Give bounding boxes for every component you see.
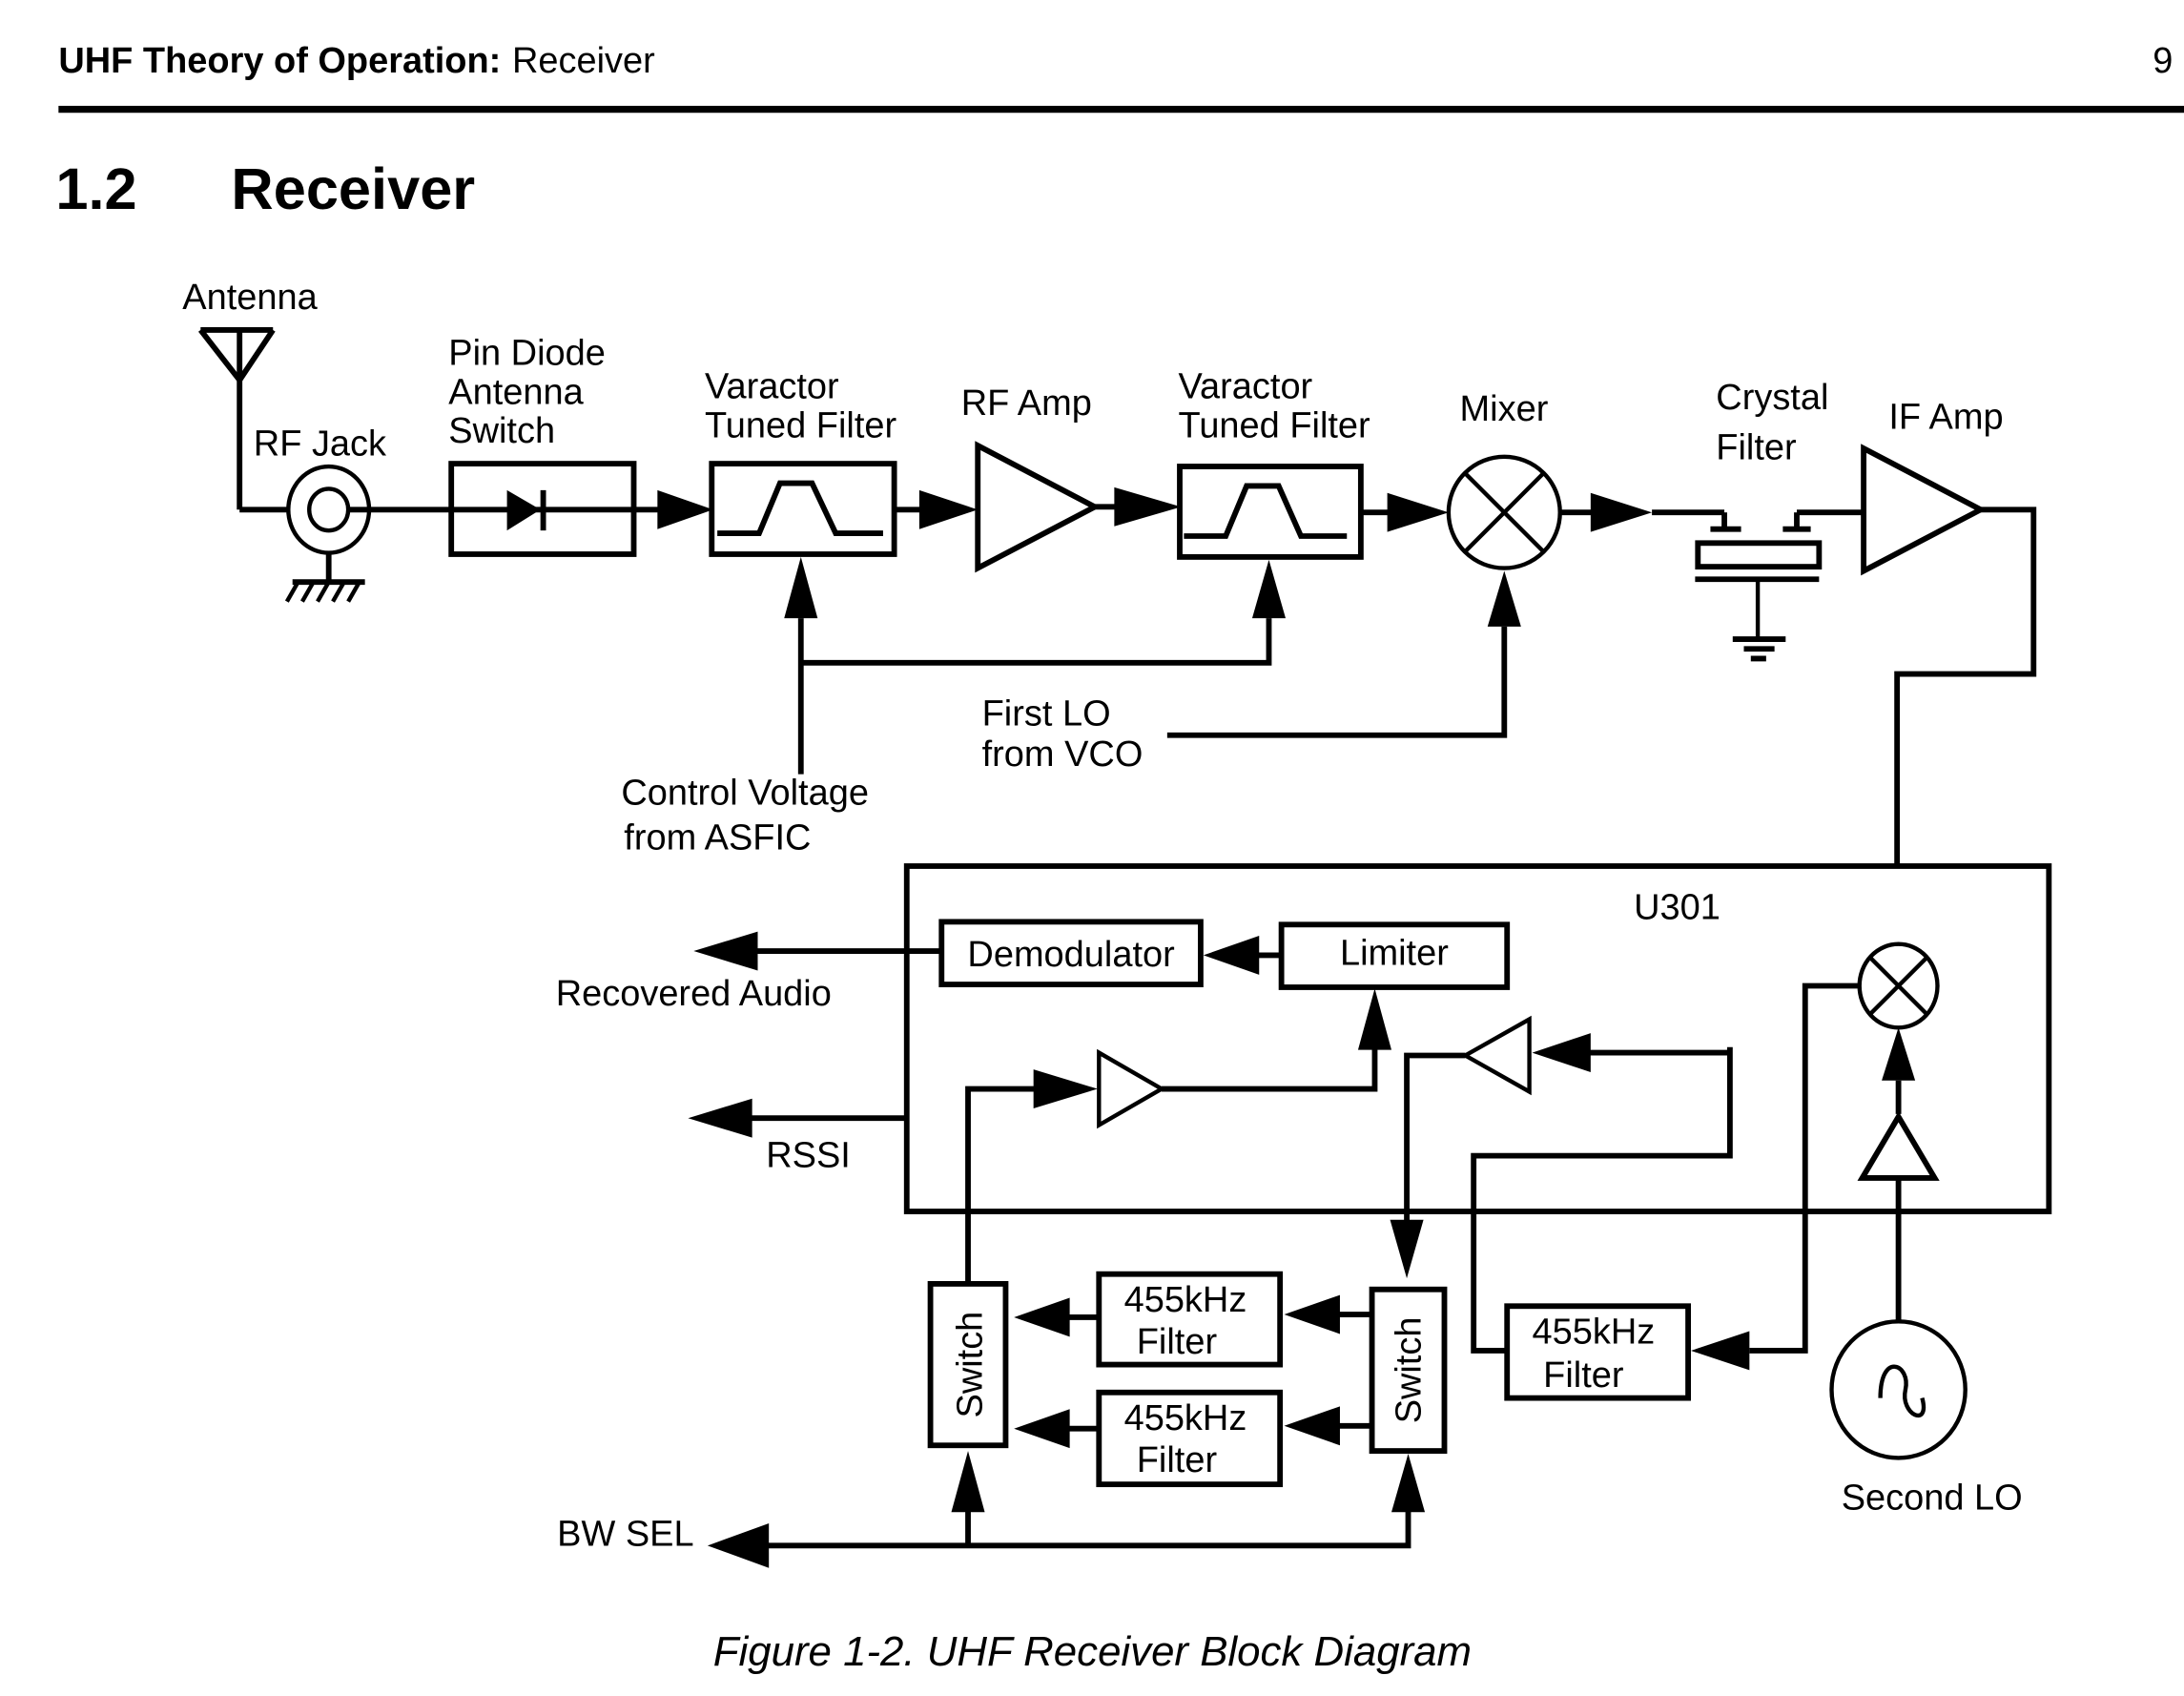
running-header: UHF Theory of Operation: Receiver [58,41,655,81]
rf-amp-triangle-icon [975,441,1102,573]
limiter-label: Limiter [1340,934,1449,974]
first-lo-label: First LO from VCO [982,694,1144,775]
arrow-icon [1387,492,1449,532]
crystal-filter-icon [1695,512,1823,662]
arrow-icon [657,489,713,529]
rssi-label: RSSI [766,1135,851,1175]
header-section-label: UHF Theory of Operation: [58,41,501,81]
demodulator-label: Demodulator [967,935,1175,975]
arrow-icon [784,556,818,619]
rf-jack-icon [286,464,372,583]
u301-label: U301 [1634,887,1720,927]
varactor-filter-2-label: Varactor Tuned Filter [1179,367,1370,446]
pin-diode-switch-label: Pin Diode Antenna Switch [448,333,615,451]
page-number: 9 [2153,41,2173,81]
if-amp-label: IF Amp [1888,398,2003,438]
header-section-name: Receiver [512,41,655,81]
arrow-icon [688,1098,752,1138]
receiver-page-svg: UHF Theory of Operation: Receiver 9 1.2 R… [55,41,2184,1675]
u301-block [903,863,2052,1214]
document-page: UHF Theory of Operation: Receiver 9 1.2 R… [0,0,2184,1696]
arrow-icon [918,489,979,529]
second-lo-oscillator-icon [1829,1319,1968,1460]
section-title: Receiver [231,155,475,221]
switch-right-label: Switch [1390,1317,1430,1424]
control-voltage-label: Control Voltage from ASFIC [621,774,878,858]
mixer-label: Mixer [1460,389,1549,429]
arrow-icon [1114,486,1182,527]
figure-caption: Figure 1-2. UHF Receiver Block Diagram [713,1628,1472,1675]
arrow-icon [1590,492,1653,532]
arrow-icon [1487,570,1521,627]
recovered-audio-label: Recovered Audio [556,974,832,1014]
arrow-icon [693,931,758,971]
arrow-icon [707,1522,770,1568]
antenna-label: Antenna [182,278,318,318]
arrow-icon [951,1451,985,1513]
crystal-filter-label: Crystal Filter [1716,378,1839,468]
second-lo-label: Second LO [1842,1478,2023,1518]
arrow-icon [1284,1406,1340,1446]
bw-sel-bus [763,1509,1411,1549]
arrow-icon [1014,1409,1070,1449]
arrow-icon [1251,559,1287,619]
rf-amp-label: RF Amp [961,383,1092,424]
switch-left-label: Switch [951,1312,991,1418]
mixer-icon [1446,454,1562,570]
section-number: 1.2 [55,155,136,221]
arrow-icon [1284,1294,1340,1334]
varactor-filter-1-label: Varactor Tuned Filter [705,367,896,446]
arrow-icon [1391,1454,1426,1513]
varactor-filter-1-block [709,461,897,557]
header-rule [58,105,2184,114]
ground-icon [284,579,365,603]
arrow-icon [1390,1219,1424,1279]
arrow-icon [1014,1297,1070,1337]
antenna-icon [198,327,290,513]
wire-if-to-u301 [1894,507,2037,892]
wire-first-lo [1166,626,1508,738]
arrow-icon [1690,1331,1750,1371]
bw-sel-label: BW SEL [557,1514,693,1554]
rf-jack-label: RF Jack [254,424,387,464]
if-amp-triangle-icon [1861,444,1988,576]
varactor-filter-2-block [1177,464,1364,560]
